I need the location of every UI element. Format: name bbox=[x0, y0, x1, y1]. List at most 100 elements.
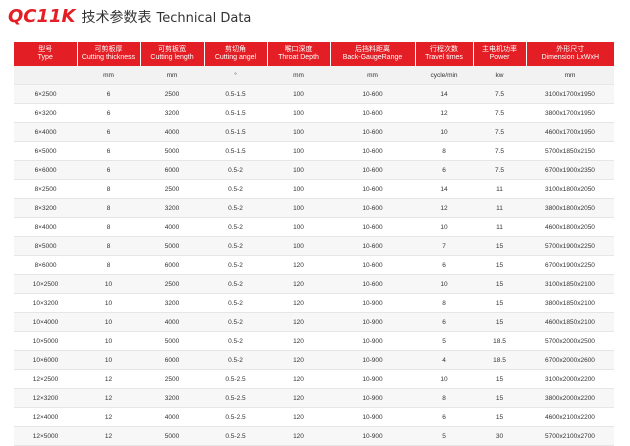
table-cell: 120 bbox=[267, 350, 330, 370]
table-cell: 8 bbox=[415, 388, 473, 408]
unit-cell: mm bbox=[267, 66, 330, 85]
table-cell: 7.5 bbox=[473, 84, 526, 104]
table-cell: 10-600 bbox=[330, 122, 415, 142]
table-cell: 0.5-2.5 bbox=[204, 407, 267, 427]
table-cell: 0.5-2 bbox=[204, 255, 267, 275]
table-cell: 12×4000 bbox=[14, 407, 77, 427]
table-cell: 8×3200 bbox=[14, 198, 77, 218]
table-cell: 10×2500 bbox=[14, 274, 77, 294]
title-english: Technical Data bbox=[156, 11, 252, 26]
table-cell: 0.5-2.5 bbox=[204, 426, 267, 446]
table-cell: 6×4000 bbox=[14, 122, 77, 142]
unit-cell: mm bbox=[330, 66, 415, 85]
table-cell: 6×3200 bbox=[14, 103, 77, 123]
table-row: 8×2500 8 2500 0.5-2 100 10-600 14 11 3100x1800x2… bbox=[14, 179, 614, 199]
table-cell: 6000 bbox=[140, 350, 204, 370]
table-cell: 7.5 bbox=[473, 103, 526, 123]
table-cell: 3800x1850x2100 bbox=[526, 293, 614, 313]
table-cell: 10×6000 bbox=[14, 350, 77, 370]
column-header-cn: 行程次数 bbox=[430, 46, 458, 53]
table-cell: 0.5-2 bbox=[204, 350, 267, 370]
column-header-cn: 外形尺寸 bbox=[556, 46, 585, 53]
table-row: 10×5000 10 5000 0.5-2 120 10-900 5 18.5 5700x200… bbox=[14, 331, 614, 351]
column-header: 型号 Type bbox=[14, 42, 77, 66]
table-cell: 10 bbox=[415, 274, 473, 294]
table-cell: 6 bbox=[415, 255, 473, 275]
column-header-cn: 剪切角 bbox=[225, 46, 246, 53]
table-cell: 10-600 bbox=[330, 84, 415, 104]
table-cell: 120 bbox=[267, 293, 330, 313]
table-header: 型号 Type 可剪板厚 Cutting thickness 可剪板宽 Cutting l… bbox=[14, 42, 614, 66]
table-cell: 12×5000 bbox=[14, 426, 77, 446]
table-cell: 100 bbox=[267, 84, 330, 104]
table-row: 6×2500 6 2500 0.5-1.5 100 10-600 14 7.5 3100x170… bbox=[14, 84, 614, 104]
column-header-cn: 主电机功率 bbox=[482, 46, 517, 53]
table-cell: 5700x1850x2150 bbox=[526, 141, 614, 161]
column-header-en: Power bbox=[489, 54, 510, 61]
table-cell: 10 bbox=[415, 369, 473, 389]
table-cell: 120 bbox=[267, 312, 330, 332]
model-name: QC11K bbox=[8, 6, 76, 27]
table-cell: 6 bbox=[77, 141, 140, 161]
table-cell: 5 bbox=[415, 331, 473, 351]
table-cell: 8 bbox=[77, 198, 140, 218]
column-header-en: Type bbox=[37, 54, 53, 61]
table-cell: 6 bbox=[77, 160, 140, 180]
column-header: 外形尺寸 Dimension LxWxH bbox=[525, 42, 614, 66]
table-cell: 2500 bbox=[140, 179, 204, 199]
table-cell: 12 bbox=[77, 369, 140, 389]
table-cell: 0.5-2 bbox=[204, 293, 267, 313]
table-cell: 10 bbox=[415, 217, 473, 237]
table-cell: 2500 bbox=[140, 84, 204, 104]
table-cell: 0.5-2 bbox=[204, 198, 267, 218]
table-row: 6×4000 6 4000 0.5-1.5 100 10-600 10 7.5 4600x170… bbox=[14, 122, 614, 142]
column-header: 主电机功率 Power bbox=[472, 42, 526, 66]
table-cell: 0.5-1.5 bbox=[204, 103, 267, 123]
column-header-cn: 型号 bbox=[38, 46, 53, 53]
table-cell: 12×3200 bbox=[14, 388, 77, 408]
table-cell: 14 bbox=[415, 179, 473, 199]
table-cell: 15 bbox=[473, 274, 526, 294]
table-cell: 6 bbox=[77, 122, 140, 142]
table-cell: 10 bbox=[77, 350, 140, 370]
table-cell: 5700x2100x2700 bbox=[526, 426, 614, 446]
table-cell: 12 bbox=[77, 388, 140, 408]
table-cell: 8×5000 bbox=[14, 236, 77, 256]
table-row: 10×6000 10 6000 0.5-2 120 10-900 4 18.5 6700x200… bbox=[14, 350, 614, 370]
table-cell: 10-600 bbox=[330, 160, 415, 180]
table-cell: 15 bbox=[473, 312, 526, 332]
table-cell: 8 bbox=[415, 293, 473, 313]
table-cell: 30 bbox=[473, 426, 526, 446]
table-cell: 6000 bbox=[140, 255, 204, 275]
table-cell: 12 bbox=[415, 198, 473, 218]
column-header: 可剪板厚 Cutting thickness bbox=[76, 42, 140, 66]
table-cell: 6×5000 bbox=[14, 141, 77, 161]
table-cell: 0.5-2 bbox=[204, 274, 267, 294]
spec-page: QC11K 技术参数表 Technical Data 型号 Type 可剪板厚 Cut… bbox=[0, 0, 630, 446]
table-cell: 6700x2000x2600 bbox=[526, 350, 614, 370]
table-cell: 8 bbox=[77, 217, 140, 237]
table-cell: 10 bbox=[77, 274, 140, 294]
technical-data-table: 型号 Type 可剪板厚 Cutting thickness 可剪板宽 Cutting l… bbox=[14, 42, 614, 446]
column-header-en: Cutting thickness bbox=[81, 54, 136, 61]
table-cell: 8 bbox=[415, 141, 473, 161]
table-cell: 6×6000 bbox=[14, 160, 77, 180]
table-cell: 3800x1800x2050 bbox=[526, 198, 614, 218]
unit-cell: kw bbox=[473, 66, 526, 85]
table-cell: 6 bbox=[77, 84, 140, 104]
column-header: 可剪板宽 Cutting length bbox=[139, 42, 204, 66]
table-cell: 4000 bbox=[140, 312, 204, 332]
table-cell: 10-600 bbox=[330, 141, 415, 161]
table-cell: 10-900 bbox=[330, 407, 415, 427]
table-cell: 120 bbox=[267, 331, 330, 351]
table-cell: 12 bbox=[77, 426, 140, 446]
table-cell: 15 bbox=[473, 255, 526, 275]
table-cell: 100 bbox=[267, 236, 330, 256]
table-cell: 100 bbox=[267, 179, 330, 199]
units-row: mm mm ° mm mm cycle/min kw mm bbox=[14, 66, 614, 85]
table-cell: 10-600 bbox=[330, 179, 415, 199]
table-cell: 10-600 bbox=[330, 103, 415, 123]
table-cell: 10 bbox=[77, 331, 140, 351]
table-cell: 10×5000 bbox=[14, 331, 77, 351]
table-cell: 15 bbox=[473, 388, 526, 408]
